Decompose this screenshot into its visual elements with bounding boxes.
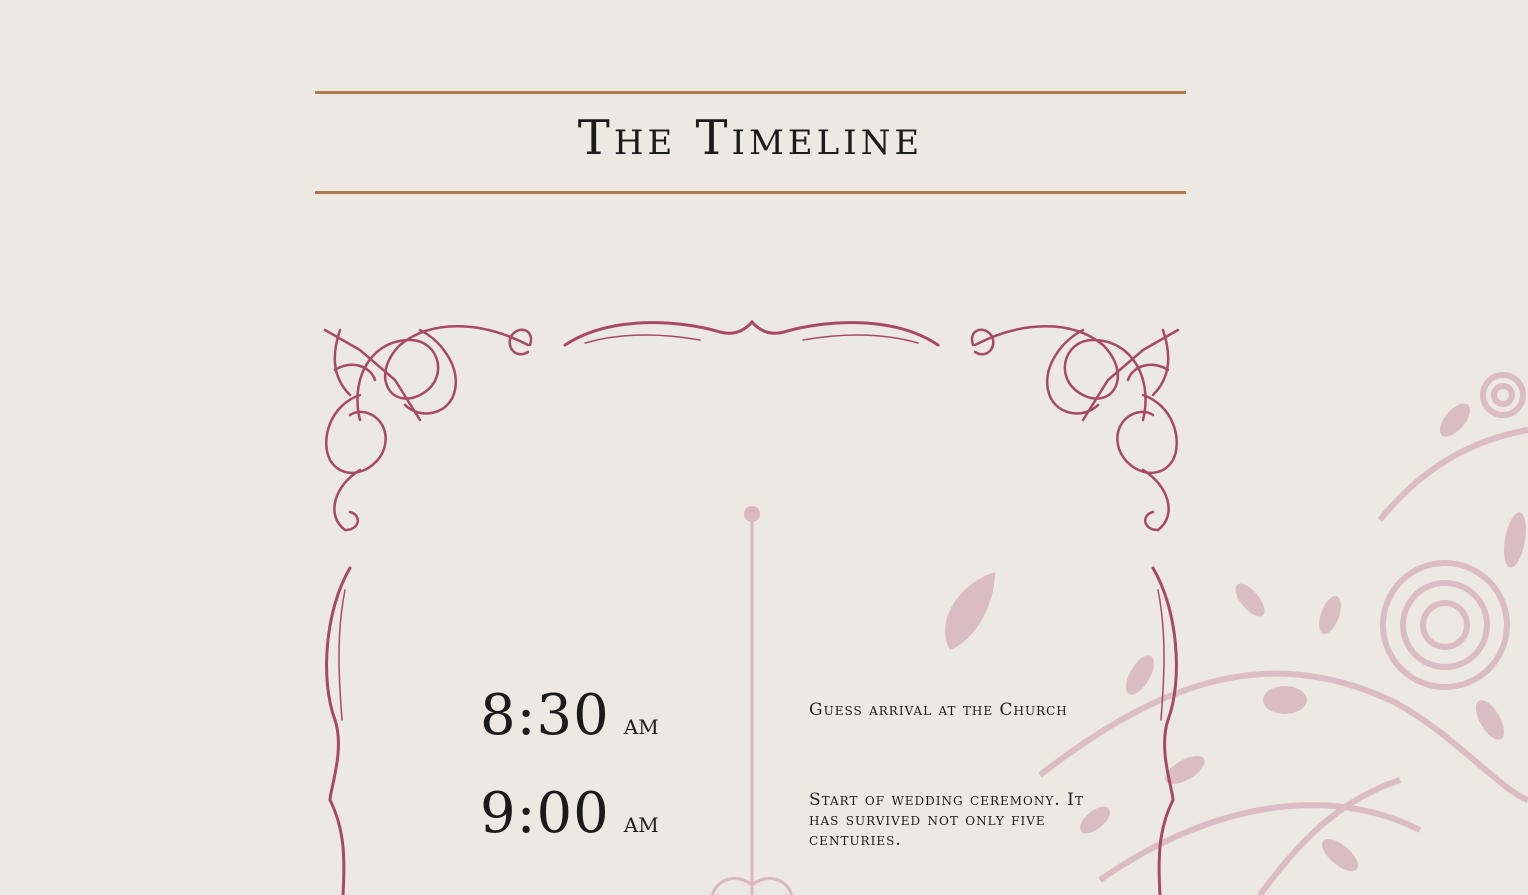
timeline-time-1: 8:30 AM — [480, 688, 659, 744]
top-flourish-icon — [563, 319, 940, 347]
header-rule-top — [315, 91, 1186, 94]
section-title: The Timeline — [577, 110, 924, 166]
floral-background-icon — [1038, 372, 1528, 895]
timeline-description-1: Guess arrival at the Church — [809, 700, 1068, 720]
timeline-axis-icon — [710, 506, 794, 895]
time-value: 9:00 — [480, 781, 610, 846]
header-rule-bottom — [315, 191, 1186, 194]
corner-ornament-right-icon — [970, 325, 1180, 532]
timeline-time-2: 9:00 AM — [480, 786, 659, 842]
corner-ornament-left-icon — [323, 325, 533, 532]
time-period: AM — [623, 813, 659, 837]
time-value: 8:30 — [480, 683, 610, 748]
timeline-description-2: Start of wedding ceremony. It has surviv… — [809, 790, 1084, 850]
time-period: AM — [623, 715, 659, 739]
